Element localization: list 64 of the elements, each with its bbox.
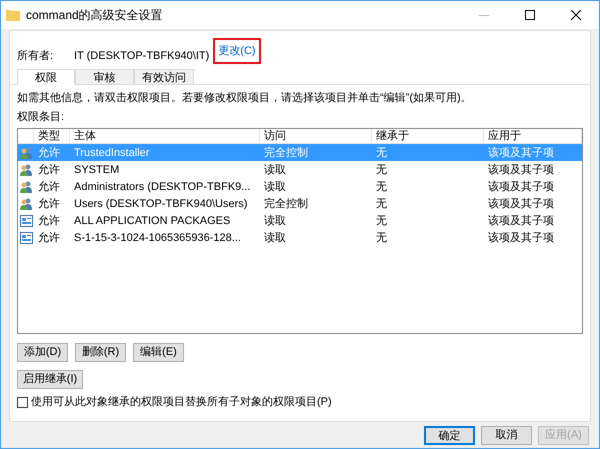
tab[interactable]: 权限 bbox=[17, 69, 75, 85]
table-cell-text: 完全控制 bbox=[263, 196, 309, 210]
table-cell-text: Administrators (DESKTOP-TBFK9... bbox=[73, 180, 252, 194]
table-cell-text: 允许 bbox=[37, 162, 61, 176]
action-button[interactable]: 删除(R) bbox=[75, 343, 126, 362]
column-header[interactable]: 主体 bbox=[70, 129, 260, 143]
permission-row[interactable]: 允许 ALL APPLICATION PACKAGES 读取 无 该项及其子项 bbox=[18, 212, 582, 229]
table-cell-text: TrustedInstaller bbox=[73, 146, 150, 160]
table-cell-text: 无 bbox=[375, 214, 388, 228]
users-icon bbox=[19, 180, 33, 192]
users-icon bbox=[19, 146, 33, 158]
action-button[interactable]: 编辑(E) bbox=[133, 343, 184, 362]
instructions-text: 如需其他信息，请双击权限项目。若要修改权限项目，请选择该项目并单击“编辑”(如果可用)。 bbox=[17, 90, 473, 106]
table-cell-text: 该项及其子项 bbox=[487, 180, 555, 194]
table-cell-text: 无 bbox=[375, 230, 388, 244]
dialog-button[interactable]: 取消 bbox=[481, 426, 532, 444]
column-header[interactable]: 类型 bbox=[34, 129, 70, 143]
folder-icon bbox=[6, 9, 20, 21]
table-cell-text: SYSTEM bbox=[73, 162, 120, 176]
tab[interactable]: 审核 bbox=[75, 69, 134, 85]
table-cell-text: 该项及其子项 bbox=[487, 196, 555, 210]
table-cell-text: 读取 bbox=[263, 230, 287, 244]
permission-row[interactable]: 允许 Users (DESKTOP-TBFK940\Users) 完全控制 无 该项及其子项 bbox=[18, 195, 582, 212]
table-cell-text: 无 bbox=[375, 180, 388, 194]
package-icon bbox=[20, 232, 32, 244]
permission-row[interactable]: 允许 SYSTEM 读取 无 该项及其子项 bbox=[18, 161, 582, 178]
table-cell-text: 该项及其子项 bbox=[487, 146, 555, 160]
table-cell-text: Users (DESKTOP-TBFK940\Users) bbox=[73, 196, 248, 210]
table-cell-text: 允许 bbox=[37, 180, 61, 194]
table-cell-text: 该项及其子项 bbox=[487, 214, 555, 228]
table-cell-text: 该项及其子项 bbox=[487, 162, 555, 176]
checkbox-label: 使用可从此对象继承的权限项目替换所有子对象的权限项目(P) bbox=[31, 395, 332, 410]
enable-inheritance-button[interactable]: 启用继承(I) bbox=[17, 370, 83, 389]
table-cell-text: S-1-15-3-1024-1065365936-128... bbox=[73, 230, 242, 244]
action-button[interactable]: 添加(D) bbox=[17, 343, 68, 362]
owner-label: 所有者: bbox=[17, 48, 54, 64]
change-link[interactable]: 更改(C) bbox=[213, 38, 261, 64]
table-cell-text: 读取 bbox=[263, 162, 287, 176]
package-icon bbox=[20, 214, 32, 226]
table-cell-text: 允许 bbox=[37, 146, 61, 160]
table-cell-text: 无 bbox=[375, 162, 388, 176]
users-icon bbox=[19, 198, 33, 210]
table-cell-text: 完全控制 bbox=[263, 146, 309, 160]
column-header[interactable]: 应用于 bbox=[484, 129, 582, 143]
column-header[interactable]: 继承于 bbox=[372, 129, 484, 143]
list-label: 权限条目: bbox=[17, 110, 66, 124]
table-cell-text: 读取 bbox=[263, 214, 287, 228]
tab[interactable]: 有效访问 bbox=[134, 69, 194, 85]
checkbox[interactable] bbox=[17, 396, 28, 408]
table-cell-text: 无 bbox=[375, 196, 388, 210]
dialog-button[interactable]: 确定 bbox=[424, 426, 475, 444]
table-cell-text: 读取 bbox=[263, 180, 287, 194]
permission-row[interactable]: 允许 Administrators (DESKTOP-TBFK9... 读取 无 该项及其子项 bbox=[18, 178, 582, 195]
permission-row[interactable]: 允许 S-1-15-3-1024-1065365936-128... 读取 无 该项及其子项 bbox=[18, 229, 582, 246]
table-cell-text: 允许 bbox=[37, 214, 61, 228]
table-cell-text: 允许 bbox=[37, 230, 61, 244]
column-header[interactable]: 访问 bbox=[260, 129, 372, 143]
table-cell-text: ALL APPLICATION PACKAGES bbox=[73, 214, 232, 228]
table-cell-text: 无 bbox=[375, 146, 388, 160]
window-title: command的高级安全设置 bbox=[26, 7, 163, 24]
users-icon bbox=[19, 164, 33, 176]
owner-name: IT (DESKTOP-TBFK940\IT) bbox=[74, 48, 210, 64]
table-cell-text: 允许 bbox=[37, 196, 61, 210]
table-cell-text: 该项及其子项 bbox=[487, 230, 555, 244]
